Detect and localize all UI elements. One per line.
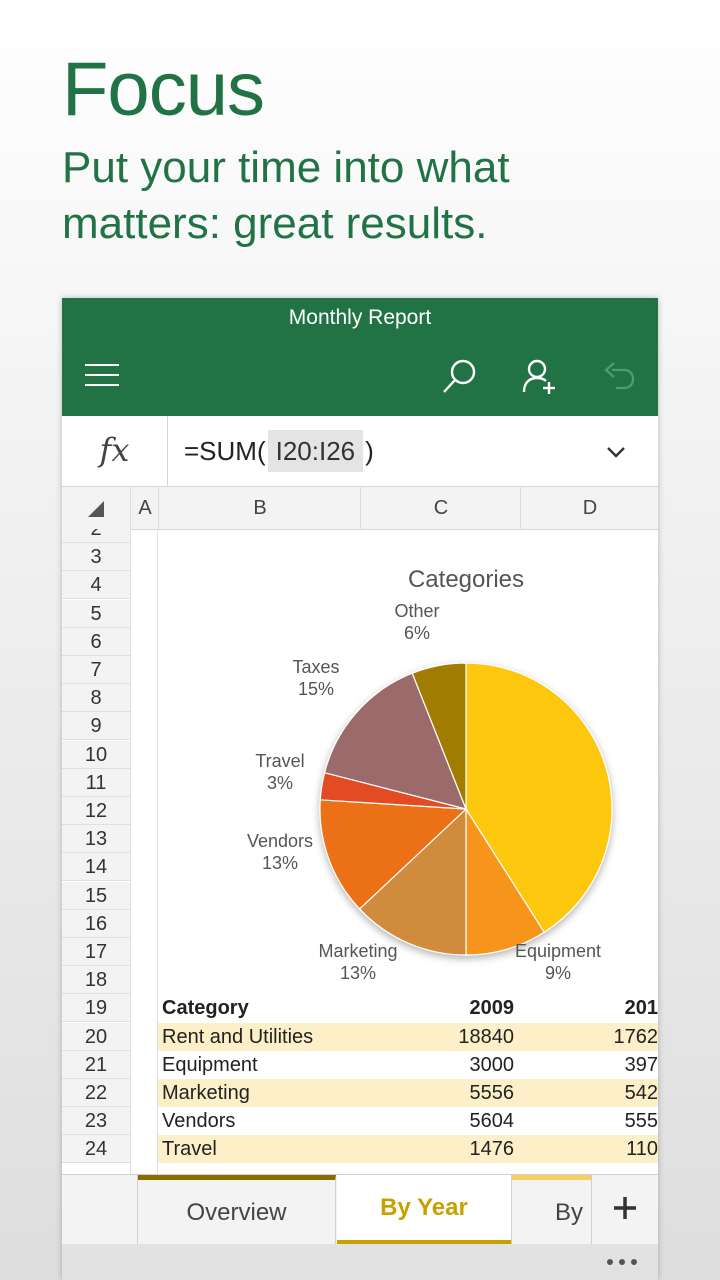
slice-label: Equipment — [515, 941, 601, 961]
formula-text[interactable]: =SUM(I20:I26) — [184, 416, 374, 486]
table-cell[interactable]: 110 — [520, 1135, 658, 1163]
more-icon[interactable] — [602, 1254, 642, 1270]
table-cell[interactable]: Equipment — [162, 1051, 357, 1079]
table-cell[interactable]: 542 — [520, 1079, 658, 1107]
sheet-tab-bar: Overview By Year By — [62, 1174, 658, 1245]
slice-label: Marketing — [318, 941, 397, 961]
tab-overview[interactable]: Overview — [138, 1175, 336, 1245]
formula-range: I20:I26 — [267, 430, 364, 472]
formula-prefix: =SUM( — [184, 436, 266, 466]
row-header[interactable]: 19 — [62, 994, 130, 1022]
row-header[interactable]: 22 — [62, 1079, 130, 1107]
row-header[interactable]: 17 — [62, 938, 130, 966]
row-header[interactable]: 21 — [62, 1051, 130, 1079]
column-header-c[interactable]: C — [360, 487, 521, 529]
promo-title: Focus — [62, 47, 265, 132]
table-header-row[interactable]: Category 2009 201 — [158, 994, 658, 1022]
row-header[interactable]: 10 — [62, 741, 130, 769]
column-header-a[interactable]: A — [130, 487, 159, 529]
row-header[interactable]: 7 — [62, 656, 130, 684]
table-cell[interactable]: 1762 — [520, 1023, 659, 1051]
row-header[interactable]: 4 — [62, 571, 130, 599]
slice-label: Vendors — [247, 831, 313, 851]
sheet-grid[interactable]: Categories Rent Utili41Equipment9%Market… — [62, 529, 658, 1174]
slice-value-label: 13% — [262, 853, 298, 873]
column-a-cells[interactable] — [130, 529, 158, 1174]
table-cell[interactable]: Category — [162, 994, 357, 1022]
table-cell[interactable]: Vendors — [162, 1107, 357, 1135]
row-header[interactable]: 20 — [62, 1023, 130, 1051]
slice-value-label: 9% — [545, 963, 571, 983]
column-header-d[interactable]: D — [520, 487, 658, 529]
hamburger-menu-icon[interactable] — [82, 360, 122, 390]
row-header[interactable]: 14 — [62, 853, 130, 881]
share-person-icon[interactable] — [520, 356, 560, 396]
formula-bar[interactable]: fx =SUM(I20:I26) — [62, 416, 658, 487]
select-all-corner[interactable] — [62, 487, 130, 529]
row-header[interactable]: 11 — [62, 769, 130, 797]
app-screen: Monthly Report fx =SUM(I20:I26) A B C D… — [62, 298, 658, 1280]
table-cell[interactable]: 3000 — [358, 1051, 515, 1079]
row-header[interactable]: 24 — [62, 1135, 130, 1163]
row-header[interactable]: 8 — [62, 684, 130, 712]
slice-label: Other — [394, 601, 439, 621]
table-cell[interactable]: 397 — [520, 1051, 658, 1079]
column-headers: A B C D — [62, 487, 658, 530]
title-bar: Monthly Report — [62, 298, 658, 416]
table-cell[interactable]: Travel — [162, 1135, 357, 1163]
table-cell[interactable]: 18840 — [358, 1023, 514, 1051]
document-title: Monthly Report — [288, 306, 432, 329]
tab-by[interactable]: By — [511, 1175, 591, 1245]
row-header[interactable]: 16 — [62, 910, 130, 938]
table-cell[interactable]: Rent and Utilities — [162, 1023, 357, 1051]
row-header[interactable]: 3 — [62, 543, 130, 571]
chart-title: Categories — [408, 566, 524, 593]
slice-value-label: 13% — [340, 963, 376, 983]
table-cell[interactable]: 5556 — [358, 1079, 515, 1107]
slice-value-label: 6% — [404, 623, 430, 643]
slice-label: Taxes — [292, 657, 339, 677]
slice-value-label: 3% — [267, 773, 293, 793]
add-icon — [614, 1197, 636, 1219]
table-row[interactable]: Marketing 5556 542 — [158, 1079, 658, 1107]
row-header[interactable]: 18 — [62, 966, 130, 994]
chevron-down-icon[interactable] — [602, 438, 630, 466]
table-cell[interactable]: 555 — [520, 1107, 658, 1135]
table-row[interactable]: Travel 1476 110 — [158, 1135, 658, 1163]
promo-subtitle: Put your time into what matters: great r… — [62, 143, 510, 248]
search-icon[interactable] — [440, 356, 480, 396]
table-cell[interactable]: 2009 — [358, 994, 515, 1022]
row-header[interactable]: 9 — [62, 712, 130, 740]
slice-value-label: 15% — [298, 679, 334, 699]
table-cell[interactable]: 201 — [520, 994, 658, 1022]
row-header[interactable]: 2 — [62, 529, 130, 543]
row-header[interactable]: 5 — [62, 600, 130, 628]
table-row[interactable]: Equipment 3000 397 — [158, 1051, 658, 1079]
row-header[interactable]: 15 — [62, 882, 130, 910]
row-header[interactable]: 13 — [62, 825, 130, 853]
status-bar — [62, 1244, 658, 1280]
row-header[interactable]: 6 — [62, 628, 130, 656]
table-row[interactable]: Vendors 5604 555 — [158, 1107, 658, 1135]
table-cell[interactable]: 5604 — [358, 1107, 515, 1135]
undo-icon[interactable] — [602, 360, 636, 394]
tab-blank[interactable] — [62, 1175, 138, 1245]
row-header[interactable]: 12 — [62, 797, 130, 825]
formula-suffix: ) — [365, 436, 374, 466]
table-row[interactable]: Rent and Utilities 18840 1762 — [158, 1023, 658, 1051]
pie-chart[interactable]: Categories Rent Utili41Equipment9%Market… — [158, 547, 658, 985]
row-header[interactable]: 23 — [62, 1107, 130, 1135]
add-sheet-button[interactable] — [591, 1175, 658, 1245]
column-header-b[interactable]: B — [158, 487, 361, 529]
table-cell[interactable]: Marketing — [162, 1079, 357, 1107]
tab-by-year[interactable]: By Year — [337, 1175, 511, 1245]
function-icon[interactable]: fx — [62, 416, 168, 486]
table-cell[interactable]: 1476 — [358, 1135, 515, 1163]
slice-label: Travel — [255, 751, 304, 771]
